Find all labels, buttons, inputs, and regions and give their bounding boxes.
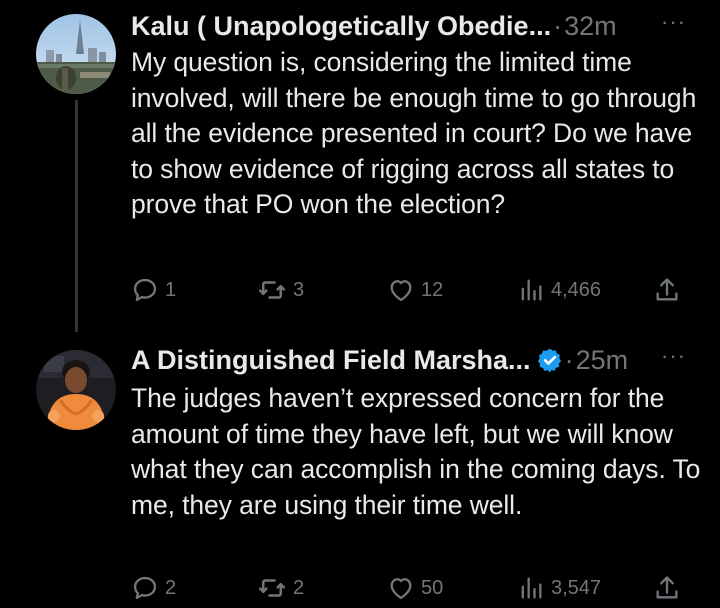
like-button[interactable]: 50: [387, 568, 443, 608]
heart-icon: [390, 578, 412, 600]
share-icon: [656, 278, 678, 301]
repost-button[interactable]: 2: [257, 568, 304, 608]
reply-count: 2: [165, 576, 177, 599]
avatar-city-skyline-icon: [36, 14, 116, 94]
tweet-header: Kalu ( Unapologetically Obedie... · 32m …: [131, 6, 686, 46]
like-button[interactable]: 12: [387, 270, 443, 310]
views-chart-icon: [521, 577, 542, 599]
share-icon: [656, 576, 678, 599]
timestamp[interactable]: 32m: [564, 11, 617, 42]
repost-button[interactable]: 3: [257, 270, 304, 310]
views-button[interactable]: 4,466: [517, 270, 601, 310]
reply-icon: [133, 576, 157, 600]
reply-count: 1: [165, 278, 177, 301]
thread-connector-line: [75, 100, 78, 332]
views-chart-icon: [521, 279, 542, 301]
tweet-text: My question is, considering the limited …: [131, 47, 697, 219]
tweet-text: The judges haven’t expressed concern for…: [131, 383, 701, 520]
display-name[interactable]: A Distinguished Field Marsha...: [131, 345, 531, 376]
separator-dot: ·: [564, 344, 574, 375]
like-count: 50: [421, 576, 444, 599]
repost-count: 3: [293, 278, 305, 301]
repost-icon: [258, 579, 286, 597]
reply-button[interactable]: 2: [131, 568, 176, 608]
more-options-icon[interactable]: ···: [661, 11, 686, 33]
share-button[interactable]: [653, 270, 681, 310]
views-button[interactable]: 3,547: [517, 568, 601, 608]
tweet-actions: 2 2 50 3,547: [131, 568, 691, 608]
repost-count: 2: [293, 576, 305, 599]
avatar[interactable]: [36, 14, 116, 94]
verified-badge-icon: [537, 347, 563, 373]
tweet-header: A Distinguished Field Marsha... · 25m ··…: [131, 340, 686, 380]
avatar-person-orange-coat-icon: [36, 350, 116, 430]
timestamp[interactable]: 25m: [576, 345, 629, 376]
repost-icon: [258, 281, 286, 299]
view-count: 3,547: [551, 576, 602, 599]
avatar[interactable]: [36, 350, 116, 430]
view-count: 4,466: [551, 278, 602, 301]
separator-dot: ·: [553, 10, 563, 41]
heart-icon: [390, 280, 412, 302]
tweet-actions: 1 3 12 4,466: [131, 270, 691, 310]
more-options-icon[interactable]: ···: [661, 345, 686, 367]
display-name[interactable]: Kalu ( Unapologetically Obedie...: [131, 11, 551, 42]
reply-icon: [133, 278, 157, 302]
like-count: 12: [421, 278, 444, 301]
reply-button[interactable]: 1: [131, 270, 176, 310]
share-button[interactable]: [653, 568, 681, 608]
